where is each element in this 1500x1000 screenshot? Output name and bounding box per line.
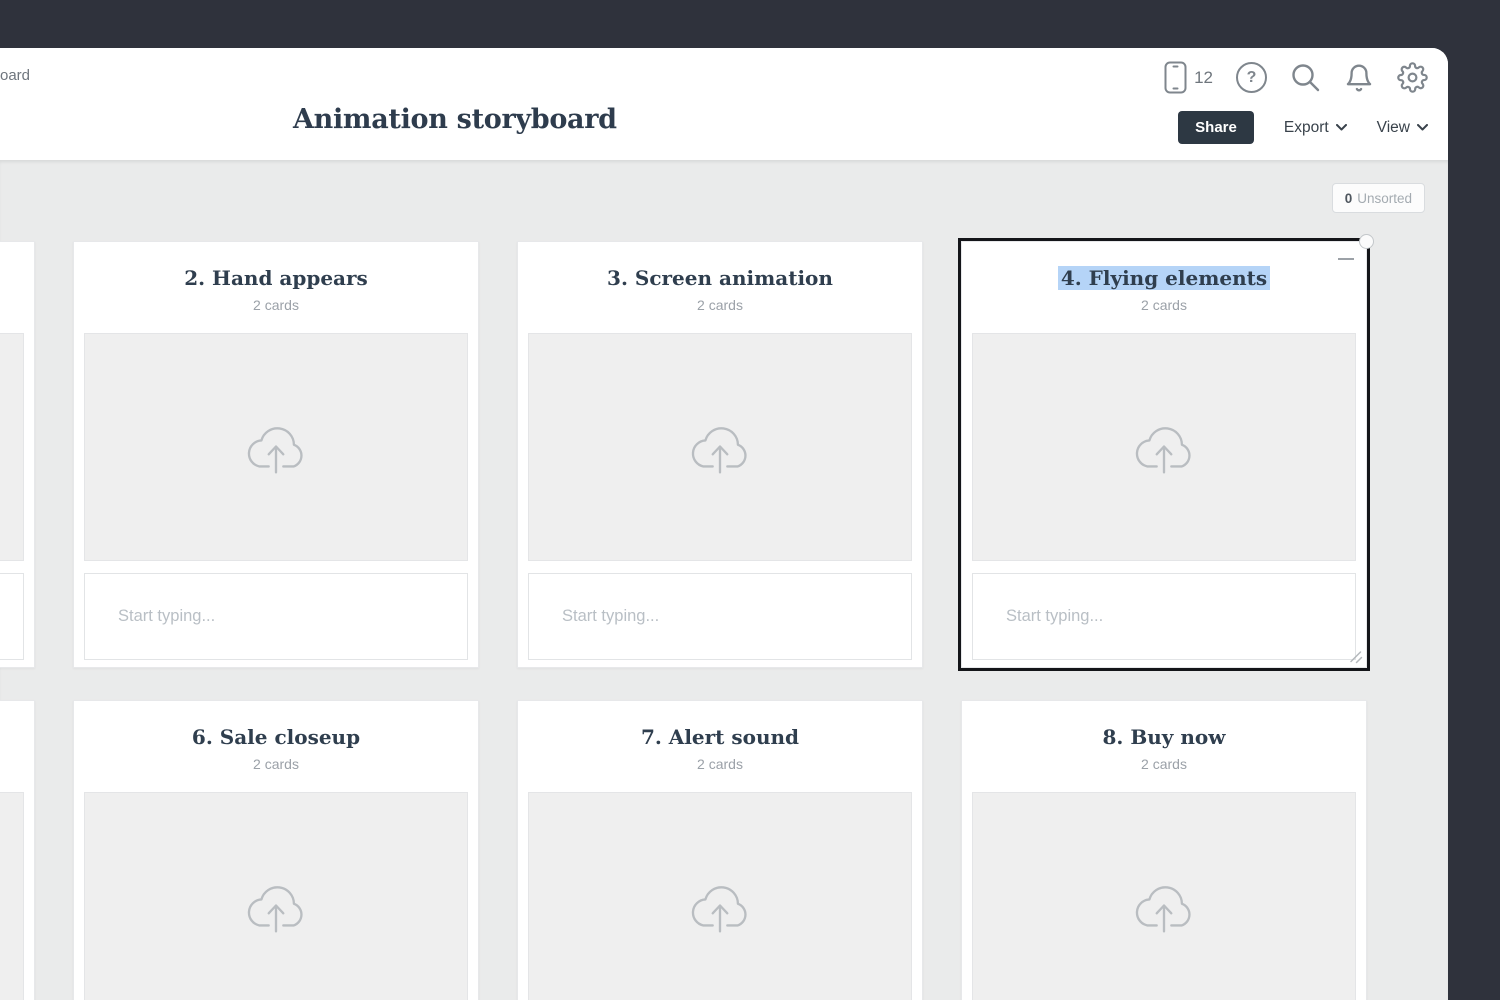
view-menu-button[interactable]: View xyxy=(1377,119,1428,137)
scene-card-count: 2 cards xyxy=(962,756,1366,772)
upload-cloud-icon xyxy=(1127,416,1201,478)
collapse-dash-icon[interactable] xyxy=(1338,258,1354,260)
gear-icon[interactable] xyxy=(1397,62,1428,93)
storyboard-scene-card[interactable]: 6. Sale closeup 2 cards xyxy=(73,700,479,1000)
upload-cloud-icon xyxy=(239,875,313,937)
scene-card-count: 2 cards xyxy=(74,297,478,313)
scene-title[interactable]: 7. Alert sound xyxy=(518,725,922,749)
image-dropzone[interactable] xyxy=(0,333,24,561)
storyboard-canvas: 0 Unsorted 2. Hand appears 2 cards xyxy=(0,160,1448,1000)
upload-cloud-icon xyxy=(239,416,313,478)
scene-notes-input[interactable]: Start typing... xyxy=(84,573,468,660)
scene-title[interactable]: 2. Hand appears xyxy=(74,266,478,290)
frame-count: 12 xyxy=(1194,68,1213,88)
bell-icon[interactable] xyxy=(1344,62,1374,94)
unsorted-count: 0 xyxy=(1345,191,1353,206)
storyboard-scene-card[interactable]: 8. Buy now 2 cards xyxy=(961,700,1367,1000)
selection-corner-handle[interactable] xyxy=(1359,234,1374,249)
storyboard-scene-card[interactable]: 3. Screen animation 2 cards Start typing… xyxy=(517,241,923,668)
unsorted-label: Unsorted xyxy=(1357,191,1412,206)
storyboard-scene-card-selected[interactable]: 4. Flying elements 2 cards Start typing.… xyxy=(961,241,1367,668)
scene-notes-input[interactable] xyxy=(0,573,24,660)
image-dropzone[interactable] xyxy=(528,792,912,1000)
export-menu-button[interactable]: Export xyxy=(1284,119,1347,137)
image-dropzone[interactable] xyxy=(84,333,468,561)
app-header: oard Animation storyboard 12 ? xyxy=(0,48,1448,160)
scene-notes-input[interactable]: Start typing... xyxy=(528,573,912,660)
search-icon[interactable] xyxy=(1290,62,1321,93)
unsorted-badge[interactable]: 0 Unsorted xyxy=(1332,183,1425,213)
image-dropzone[interactable] xyxy=(0,792,24,1000)
header-icon-row: 12 ? xyxy=(1164,61,1428,94)
page-title[interactable]: Animation storyboard xyxy=(293,104,617,135)
scene-card-count: 2 cards xyxy=(74,756,478,772)
storyboard-scene-card[interactable]: 7. Alert sound 2 cards xyxy=(517,700,923,1000)
image-dropzone[interactable] xyxy=(972,333,1356,561)
image-dropzone[interactable] xyxy=(84,792,468,1000)
scene-card-count: 2 cards xyxy=(518,756,922,772)
chevron-down-icon xyxy=(1336,124,1347,131)
scene-title[interactable]: 8. Buy now xyxy=(962,725,1366,749)
phone-icon xyxy=(1164,61,1187,94)
image-dropzone[interactable] xyxy=(528,333,912,561)
upload-cloud-icon xyxy=(683,875,757,937)
storyboard-scene-card-partial[interactable] xyxy=(0,700,35,1000)
share-button[interactable]: Share xyxy=(1178,111,1254,144)
scene-title[interactable]: 3. Screen animation xyxy=(518,266,922,290)
upload-cloud-icon xyxy=(683,416,757,478)
scene-title[interactable]: 4. Flying elements xyxy=(962,266,1366,290)
storyboard-scene-card[interactable]: 2. Hand appears 2 cards Start typing... xyxy=(73,241,479,668)
scene-card-count: 2 cards xyxy=(962,297,1366,313)
scene-title[interactable]: 6. Sale closeup xyxy=(74,725,478,749)
resize-grip-icon[interactable] xyxy=(1347,648,1363,664)
image-dropzone[interactable] xyxy=(972,792,1356,1000)
header-action-row: Share Export View xyxy=(1178,111,1428,144)
frame-count-button[interactable]: 12 xyxy=(1164,61,1213,94)
desktop-background: oard Animation storyboard 12 ? xyxy=(0,0,1500,1000)
upload-cloud-icon xyxy=(1127,875,1201,937)
storyboard-scene-card-partial[interactable] xyxy=(0,241,35,668)
app-window: oard Animation storyboard 12 ? xyxy=(0,48,1448,1000)
scene-notes-input[interactable]: Start typing... xyxy=(972,573,1356,660)
chevron-down-icon xyxy=(1417,124,1428,131)
help-icon[interactable]: ? xyxy=(1236,62,1267,93)
breadcrumb[interactable]: oard xyxy=(0,67,30,84)
scene-card-count: 2 cards xyxy=(518,297,922,313)
